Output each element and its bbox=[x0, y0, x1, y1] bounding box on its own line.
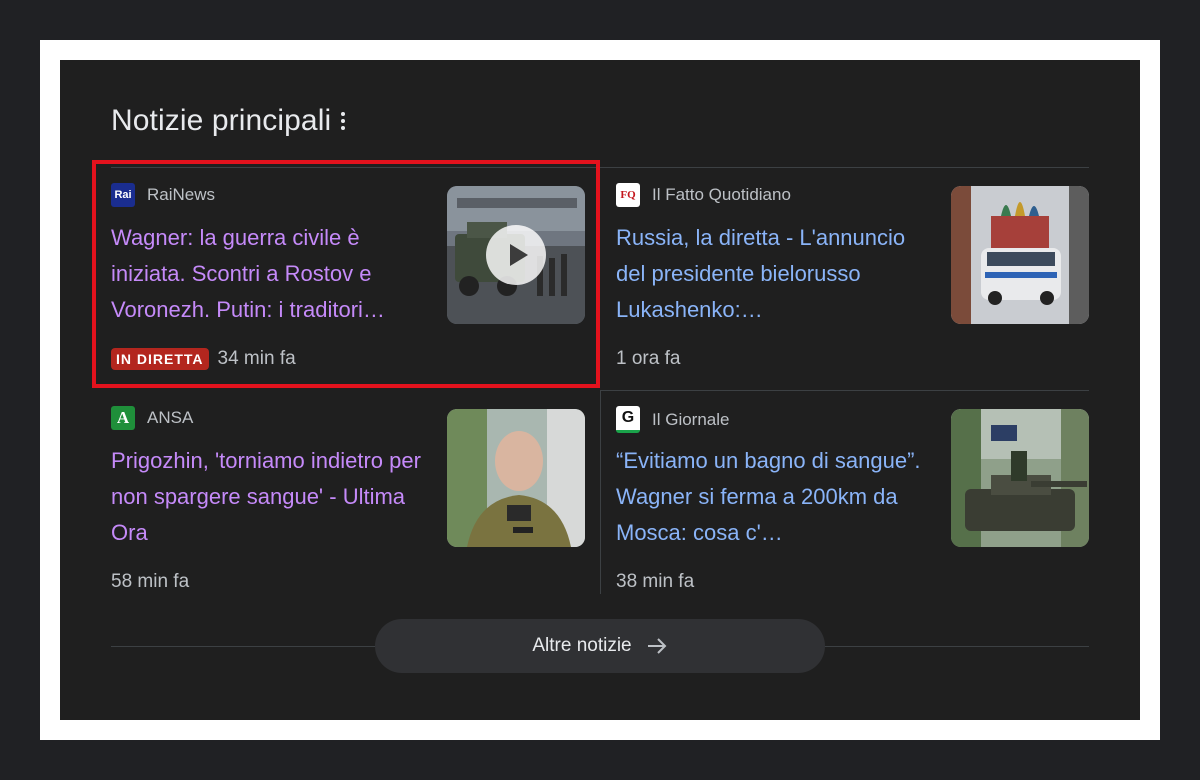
top-stories-panel: Notizie principali Rai RaiNews Wagner: l… bbox=[60, 60, 1140, 720]
news-thumbnail[interactable] bbox=[951, 409, 1089, 547]
news-headline-link[interactable]: “Evitiamo un bagno di sangue”. Wagner si… bbox=[616, 443, 926, 551]
news-time: 34 min fa bbox=[217, 348, 296, 369]
news-meta: IN DIRETTA 34 min fa bbox=[111, 348, 296, 370]
source-name: RaiNews bbox=[147, 185, 216, 204]
news-source: A ANSA bbox=[111, 406, 193, 430]
live-badge: IN DIRETTA bbox=[111, 348, 209, 370]
arrow-right-icon bbox=[646, 635, 668, 657]
more-news-label: Altre notizie bbox=[532, 635, 632, 656]
more-options-icon[interactable] bbox=[341, 112, 346, 130]
news-time: 58 min fa bbox=[111, 571, 190, 592]
ilfattoquotidiano-logo-icon: FQ bbox=[616, 183, 640, 207]
news-meta: 58 min fa bbox=[111, 571, 189, 593]
news-video-thumbnail[interactable] bbox=[447, 186, 585, 324]
news-source: FQ Il Fatto Quotidiano bbox=[616, 183, 791, 207]
play-icon[interactable] bbox=[486, 225, 546, 285]
news-card[interactable]: FQ Il Fatto Quotidiano Russia, la dirett… bbox=[616, 168, 1094, 380]
news-headline-link[interactable]: Wagner: la guerra civile è iniziata. Sco… bbox=[111, 220, 421, 328]
divider-vertical bbox=[600, 390, 601, 594]
news-time: 38 min fa bbox=[616, 571, 695, 592]
more-news-button[interactable]: Altre notizie bbox=[375, 619, 825, 673]
news-time: 1 ora fa bbox=[616, 348, 681, 369]
news-thumbnail[interactable] bbox=[447, 409, 585, 547]
section-heading: Notizie principali bbox=[111, 104, 346, 138]
news-thumbnail[interactable] bbox=[951, 186, 1089, 324]
news-card[interactable]: G Il Giornale “Evitiamo un bagno di sang… bbox=[616, 391, 1094, 603]
ansa-logo-icon: A bbox=[111, 406, 135, 430]
source-name: ANSA bbox=[147, 408, 194, 427]
news-headline-link[interactable]: Russia, la diretta - L'annuncio del pres… bbox=[616, 220, 926, 328]
source-name: Il Fatto Quotidiano bbox=[652, 185, 791, 204]
news-meta: 1 ora fa bbox=[616, 348, 680, 370]
source-name: Il Giornale bbox=[652, 409, 730, 429]
screenshot-frame: Notizie principali Rai RaiNews Wagner: l… bbox=[40, 40, 1160, 740]
news-card[interactable]: Rai RaiNews Wagner: la guerra civile è i… bbox=[111, 168, 589, 380]
ilgiornale-logo-icon: G bbox=[616, 406, 640, 433]
news-source: G Il Giornale bbox=[616, 406, 729, 433]
section-title: Notizie principali bbox=[111, 104, 332, 137]
news-source: Rai RaiNews bbox=[111, 183, 215, 207]
news-card[interactable]: A ANSA Prigozhin, 'torniamo indietro per… bbox=[111, 391, 589, 603]
news-headline-link[interactable]: Prigozhin, 'torniamo indietro per non sp… bbox=[111, 443, 421, 551]
news-meta: 38 min fa bbox=[616, 571, 694, 593]
rainews-logo-icon: Rai bbox=[111, 183, 135, 207]
